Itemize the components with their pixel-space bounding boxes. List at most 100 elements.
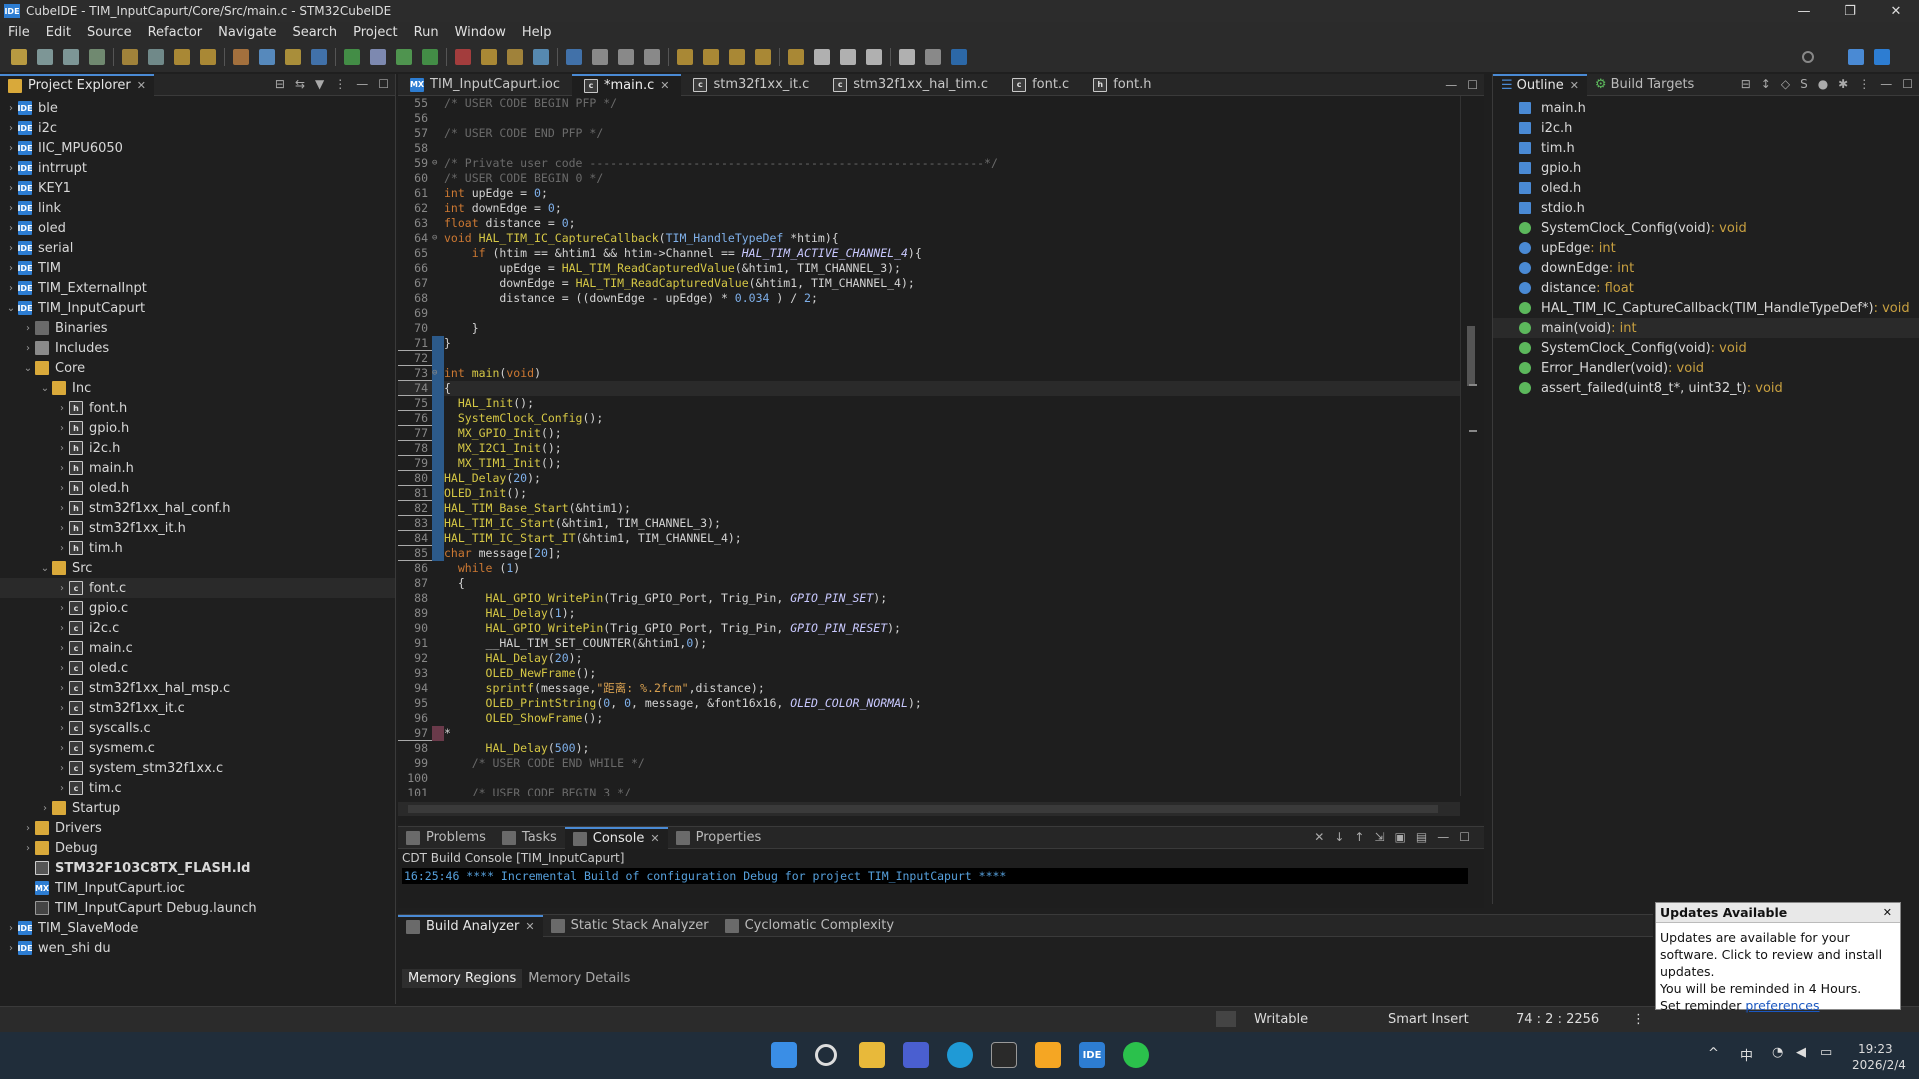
- tree-item[interactable]: › c syscalls.c: [0, 718, 395, 738]
- tree-item[interactable]: › Includes: [0, 338, 395, 358]
- tab-static-stack-analyzer[interactable]: Static Stack Analyzer: [543, 915, 717, 937]
- toolbar-button-icon[interactable]: [422, 49, 438, 65]
- expand-arrow-icon[interactable]: ›: [21, 343, 35, 354]
- tree-item[interactable]: TIM_InputCapurt Debug.launch: [0, 898, 395, 918]
- toolbar-button-icon[interactable]: [899, 49, 915, 65]
- battery-icon[interactable]: ▭: [1820, 1045, 1832, 1060]
- menu-run[interactable]: Run: [406, 25, 447, 40]
- expand-arrow-icon[interactable]: ›: [55, 503, 69, 514]
- tab-problems[interactable]: Problems: [398, 827, 494, 849]
- toolbar-button-icon[interactable]: [259, 49, 275, 65]
- tree-item[interactable]: › c stm32f1xx_it.c: [0, 698, 395, 718]
- tree-item[interactable]: MX TIM_InputCapurt.ioc: [0, 878, 395, 898]
- toolbar-button-icon[interactable]: [951, 49, 967, 65]
- open-console-icon[interactable]: ▤: [1416, 830, 1427, 844]
- toolbar-button-icon[interactable]: [233, 49, 249, 65]
- tab-project-explorer[interactable]: Project Explorer ✕: [0, 73, 154, 96]
- editor-text-area[interactable]: 55 /* USER CODE BEGIN PFP */ 56 57 /* USER C…: [398, 96, 1460, 796]
- tree-item[interactable]: › IDE wen_shi du: [0, 938, 395, 958]
- outline-item[interactable]: SystemClock_Config(void) : void: [1493, 338, 1919, 358]
- wifi-icon[interactable]: ◔: [1772, 1045, 1783, 1060]
- toolbar-button-icon[interactable]: [200, 49, 216, 65]
- maximize-view-icon[interactable]: ☐: [378, 77, 389, 91]
- toolbar-button-icon[interactable]: [566, 49, 582, 65]
- expand-arrow-icon[interactable]: ⌄: [38, 563, 52, 574]
- expand-arrow-icon[interactable]: ›: [55, 543, 69, 554]
- toolbar-button-icon[interactable]: [455, 49, 471, 65]
- outline-item[interactable]: stdio.h: [1493, 198, 1919, 218]
- toolbar-button-icon[interactable]: [703, 49, 719, 65]
- expand-arrow-icon[interactable]: ›: [55, 663, 69, 674]
- tree-item[interactable]: › IDE TIM_ExternalInpt: [0, 278, 395, 298]
- tree-item[interactable]: › h tim.h: [0, 538, 395, 558]
- tab-properties[interactable]: Properties: [668, 827, 770, 849]
- pin-console-icon[interactable]: ↑: [1354, 830, 1364, 844]
- tree-item[interactable]: › c i2c.c: [0, 618, 395, 638]
- tree-item[interactable]: ⌄ Src: [0, 558, 395, 578]
- toolbar-button-icon[interactable]: [533, 49, 549, 65]
- expand-arrow-icon[interactable]: ›: [55, 683, 69, 694]
- file-explorer-icon[interactable]: [859, 1042, 885, 1068]
- expand-arrow-icon[interactable]: ›: [4, 163, 18, 174]
- tree-item[interactable]: › c system_stm32f1xx.c: [0, 758, 395, 778]
- toolbar-button-icon[interactable]: [788, 49, 804, 65]
- menu-window[interactable]: Window: [447, 25, 514, 40]
- toolbar-button-icon[interactable]: [866, 49, 882, 65]
- updates-notification[interactable]: Updates Available ✕ Updates are availabl…: [1655, 902, 1901, 1013]
- edge-browser-icon[interactable]: [947, 1042, 973, 1068]
- tray-up-icon[interactable]: ^: [1708, 1046, 1719, 1061]
- tree-item[interactable]: › IDE link: [0, 198, 395, 218]
- tab--main-c[interactable]: c *main.c ✕: [571, 73, 682, 96]
- close-icon[interactable]: ✕: [1570, 79, 1579, 92]
- toolbar-button-icon[interactable]: [481, 49, 497, 65]
- toolbar-button-icon[interactable]: [11, 49, 27, 65]
- store-icon[interactable]: [903, 1042, 929, 1068]
- tab-cyclomatic-complexity[interactable]: Cyclomatic Complexity: [717, 915, 903, 937]
- menu-navigate[interactable]: Navigate: [210, 25, 284, 40]
- expand-arrow-icon[interactable]: ›: [55, 523, 69, 534]
- close-icon[interactable]: ✕: [650, 832, 659, 845]
- expand-arrow-icon[interactable]: ›: [21, 843, 35, 854]
- expand-arrow-icon[interactable]: ›: [55, 583, 69, 594]
- volume-icon[interactable]: ◀: [1796, 1045, 1806, 1060]
- minimize-editor-icon[interactable]: —: [1445, 78, 1457, 92]
- expand-arrow-icon[interactable]: ›: [21, 823, 35, 834]
- clock-date[interactable]: 2026/2/4: [1852, 1058, 1906, 1072]
- tree-item[interactable]: › h oled.h: [0, 478, 395, 498]
- tree-item[interactable]: STM32F103C8TX_FLASH.ld: [0, 858, 395, 878]
- outline-item[interactable]: tim.h: [1493, 138, 1919, 158]
- menu-file[interactable]: File: [0, 25, 38, 40]
- editor-vertical-scrollbar[interactable]: [1460, 96, 1484, 796]
- toolbar-button-icon[interactable]: [122, 49, 138, 65]
- tree-item[interactable]: › IDE ble: [0, 98, 395, 118]
- toolbar-button-icon[interactable]: [925, 49, 941, 65]
- close-notification-icon[interactable]: ✕: [1883, 906, 1892, 919]
- toolbar-button-icon[interactable]: [344, 49, 360, 65]
- expand-arrow-icon[interactable]: ›: [4, 183, 18, 194]
- tab-font-c[interactable]: c font.c: [1000, 74, 1081, 96]
- outline-item[interactable]: gpio.h: [1493, 158, 1919, 178]
- expand-arrow-icon[interactable]: ›: [55, 603, 69, 614]
- collapse-all-icon[interactable]: ⊟: [275, 77, 285, 91]
- menu-refactor[interactable]: Refactor: [140, 25, 211, 40]
- toolbar-button-icon[interactable]: [63, 49, 79, 65]
- toolbar-button-icon[interactable]: [814, 49, 830, 65]
- view-menu-icon[interactable]: ⋮: [1858, 77, 1870, 91]
- maximize-view-icon[interactable]: ☐: [1902, 77, 1913, 91]
- outline-item[interactable]: distance : float: [1493, 278, 1919, 298]
- outline-item[interactable]: Error_Handler(void) : void: [1493, 358, 1919, 378]
- wechat-icon[interactable]: [1123, 1042, 1149, 1068]
- search-icon[interactable]: [815, 1044, 837, 1066]
- close-icon[interactable]: ✕: [660, 79, 669, 92]
- outline-item[interactable]: oled.h: [1493, 178, 1919, 198]
- maximize-editor-icon[interactable]: ☐: [1467, 78, 1478, 92]
- tree-item[interactable]: › Drivers: [0, 818, 395, 838]
- toolbar-button-icon[interactable]: [618, 49, 634, 65]
- tree-item[interactable]: › IDE IIC_MPU6050: [0, 138, 395, 158]
- toolbar-button-icon[interactable]: [285, 49, 301, 65]
- tree-item[interactable]: › Debug: [0, 838, 395, 858]
- view-menu-icon[interactable]: ⋮: [334, 77, 346, 91]
- scroll-lock-icon[interactable]: ↓: [1334, 830, 1344, 844]
- tree-item[interactable]: › c gpio.c: [0, 598, 395, 618]
- group-icon[interactable]: ✱: [1838, 77, 1848, 91]
